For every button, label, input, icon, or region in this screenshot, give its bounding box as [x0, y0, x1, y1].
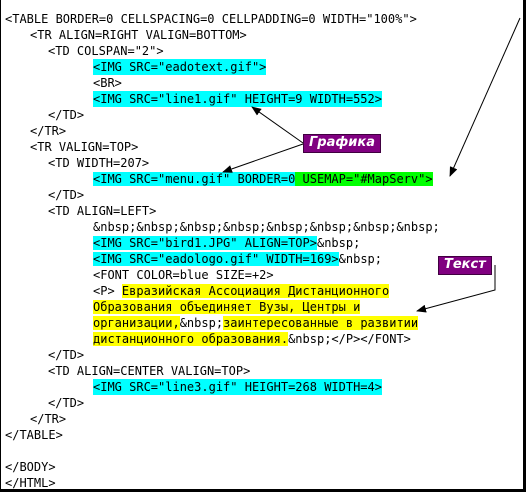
- code-line-td-close-4: </TD>: [48, 396, 85, 410]
- code-line-tr-close: </TR>: [30, 124, 67, 138]
- grafika-arrow-to-line1: [251, 106, 304, 144]
- code-line-body-close: </BODY>: [5, 460, 56, 474]
- code-line-td-close: </TD>: [48, 108, 85, 122]
- code-line-img-menu: <IMG SRC="menu.gif" BORDER=0 USEMAP="#Ma…: [93, 171, 433, 187]
- p-tag: <P>: [93, 284, 122, 298]
- code-line-td-close-2: </TD>: [48, 188, 85, 202]
- code-line-paragraph-3: организации,&nbsp;заинтересованные в раз…: [93, 315, 419, 331]
- code-line-img-eadotext: <IMG SRC="eadotext.gif">: [93, 59, 267, 75]
- code-line-font-open: <FONT COLOR=blue SIZE=+2>: [93, 268, 274, 282]
- code-line-td-colspan: <TD COLSPAN="2">: [48, 44, 164, 58]
- callout-tekst: Текст: [438, 256, 492, 275]
- paragraph-text-1: Евразийская Ассоциация Дистанционного: [121, 284, 390, 298]
- code-line-table-close: </TABLE>: [5, 428, 63, 442]
- nbsp-entity: &nbsp;: [316, 236, 361, 250]
- code-line-tr-valign-top: <TR VALIGN=TOP>: [30, 140, 139, 154]
- code-line-table-open: <TABLE BORDER=0 CELLSPACING=0 CELLPADDIN…: [5, 12, 417, 26]
- code-line-paragraph-2: Образования объединяет Вузы, Центры и: [93, 299, 361, 315]
- code-line-td-width: <TD WIDTH=207>: [48, 156, 150, 170]
- code-line-img-line3: <IMG SRC="line3.gif" HEIGHT=268 WIDTH=4>: [93, 379, 382, 395]
- usemap-pointer-arrow: [449, 17, 521, 177]
- paragraph-text-4: дистанционного образования.: [93, 332, 289, 346]
- code-line-nbsp-run: &nbsp;&nbsp;&nbsp;&nbsp;&nbsp;&nbsp;&nbs…: [93, 220, 440, 234]
- code-line-paragraph-4: дистанционного образования.&nbsp;</P></F…: [93, 331, 411, 347]
- nbsp-entity: &nbsp;: [179, 316, 224, 330]
- nbsp-entity: &nbsp;: [338, 252, 382, 266]
- usemap-attribute: USEMAP="#MapServ">: [295, 172, 433, 186]
- code-annotation-screen: <TABLE BORDER=0 CELLSPACING=0 CELLPADDIN…: [0, 0, 526, 492]
- code-line-img-line1: <IMG SRC="line1.gif" HEIGHT=9 WIDTH=552>: [93, 91, 382, 107]
- code-line-td-align-center: <TD ALIGN=CENTER VALIGN=TOP>: [48, 364, 251, 378]
- paragraph-close-tags: &nbsp;</P></FONT>: [288, 332, 411, 346]
- paragraph-text-3a: организации,: [93, 316, 180, 330]
- code-line-td-align-left: <TD ALIGN=LEFT>: [48, 204, 157, 218]
- grafika-arrow-to-menu: [222, 143, 304, 173]
- callout-grafika: Графика: [303, 134, 381, 153]
- code-line-br: <BR>: [93, 76, 122, 90]
- img-bird-tag: <IMG SRC="bird1.JPG" ALIGN=TOP>: [93, 236, 317, 250]
- code-line-tr-close-2: </TR>: [30, 412, 67, 426]
- code-line-tr-open: <TR ALIGN=RIGHT VALIGN=BOTTOM>: [30, 28, 247, 42]
- code-line-img-bird: <IMG SRC="bird1.JPG" ALIGN=TOP>&nbsp;: [93, 235, 360, 251]
- paragraph-text-2: Образования объединяет Вузы, Центры и: [93, 300, 361, 314]
- code-line-img-eadologo: <IMG SRC="eadologo.gif" WIDTH=169>&nbsp;: [93, 251, 382, 267]
- img-eadologo-tag: <IMG SRC="eadologo.gif" WIDTH=169>: [93, 252, 339, 266]
- frame-border-left: [0, 0, 1, 492]
- code-line-paragraph-start: <P> Евразийская Ассоциация Дистанционног…: [93, 283, 390, 299]
- paragraph-text-3b: заинтересованные в развитии: [223, 316, 419, 330]
- img-menu-tag: <IMG SRC="menu.gif" BORDER=0: [93, 172, 296, 186]
- code-line-html-close: </HTML>: [5, 476, 56, 490]
- code-line-td-close-3: </TD>: [48, 348, 85, 362]
